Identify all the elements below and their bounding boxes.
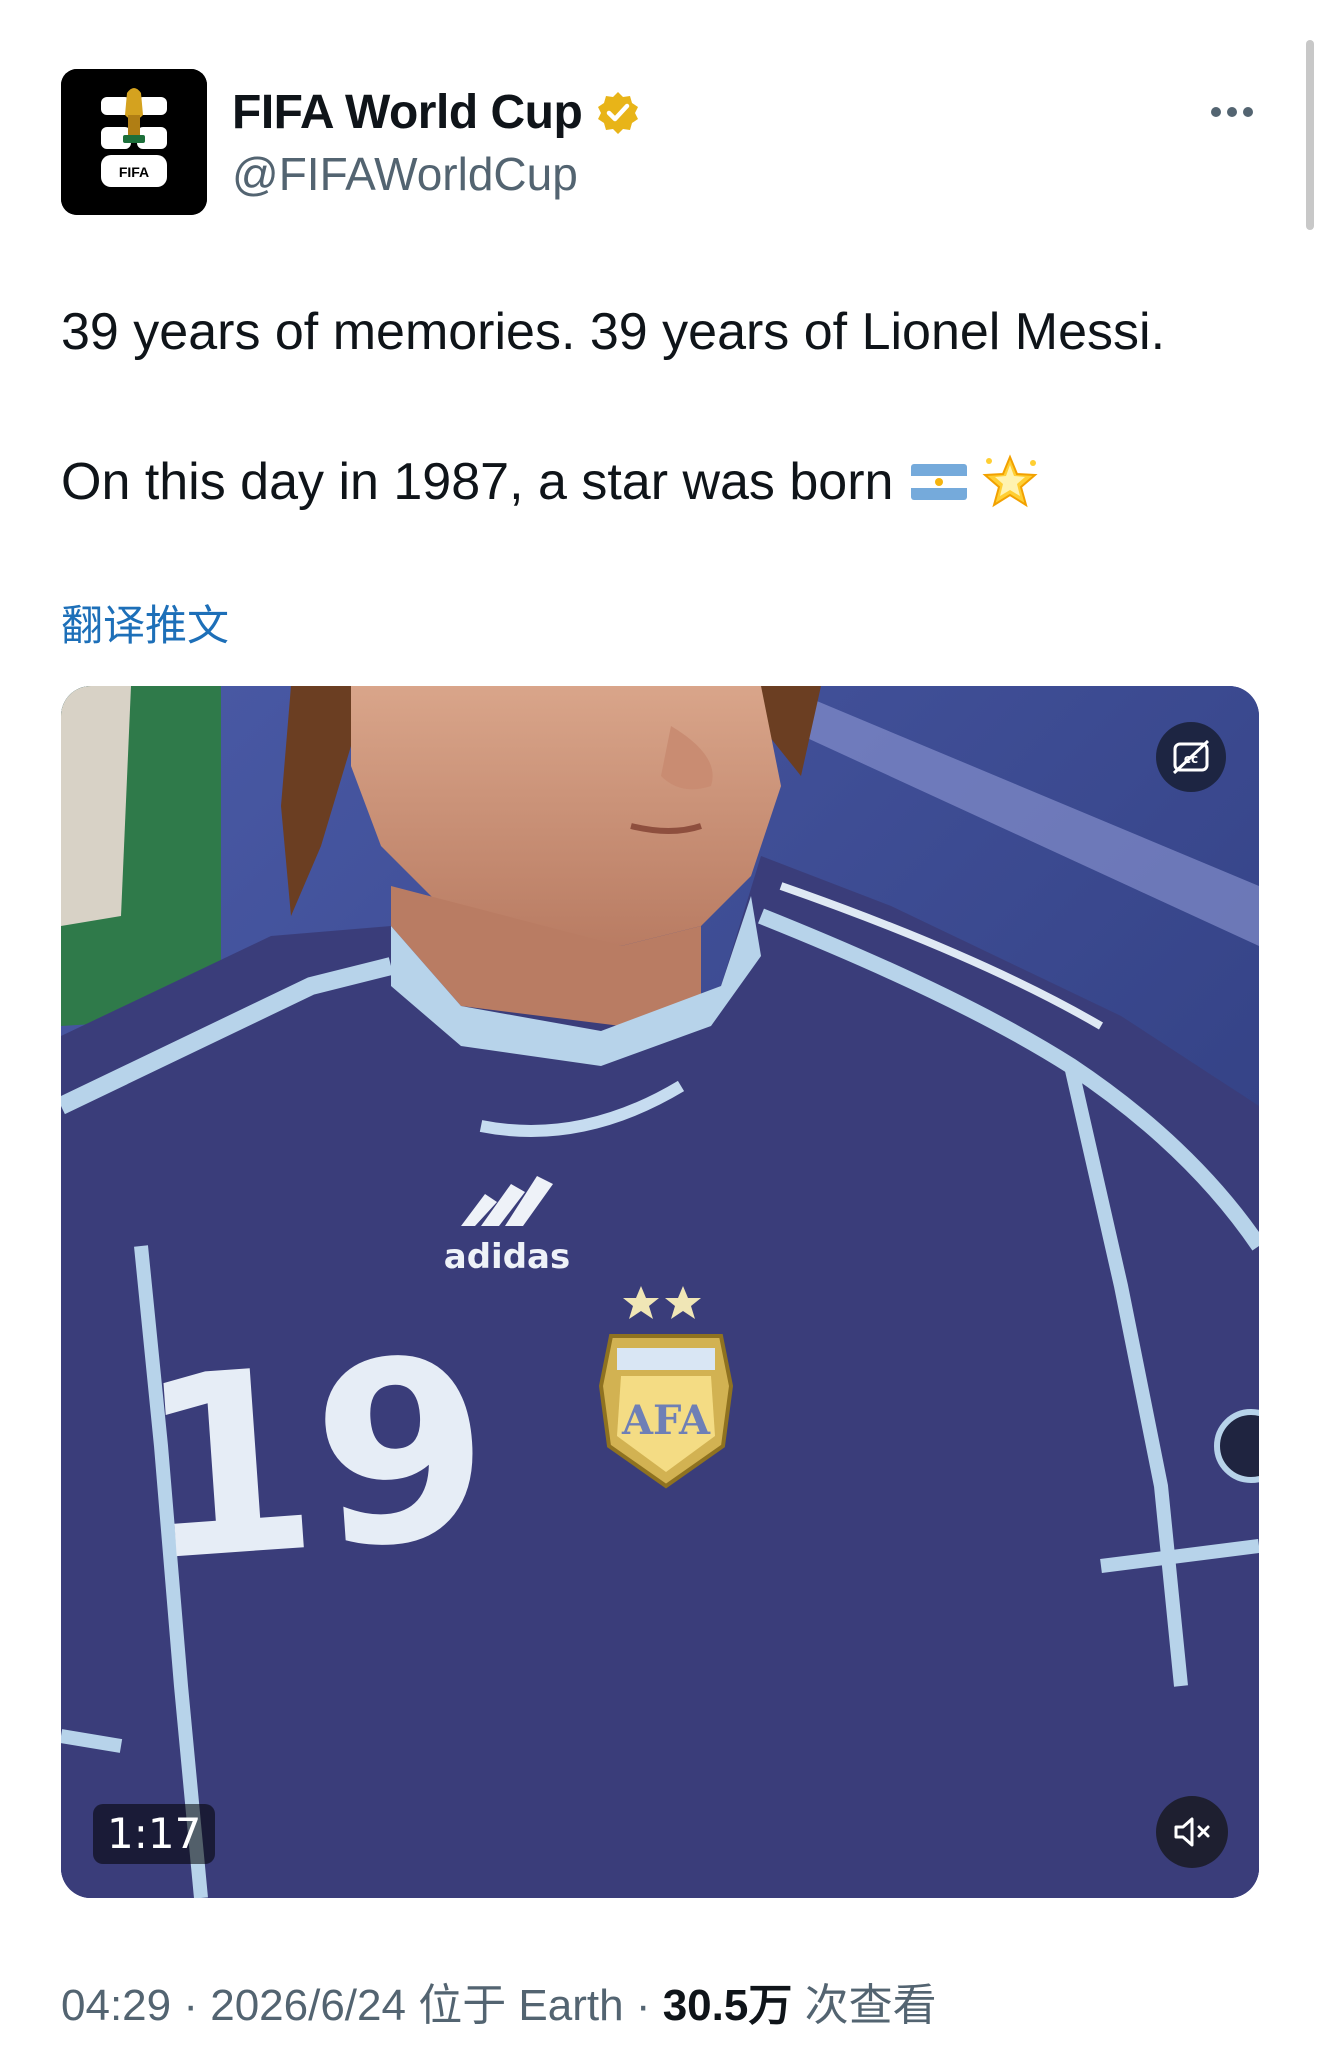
glowing-star-icon: [982, 454, 1039, 508]
views-label: 次查看: [792, 1981, 937, 2030]
jersey-number: 19: [131, 1302, 498, 1617]
scrollbar[interactable]: [1306, 40, 1314, 230]
tweet-text-line-2: On this day in 1987, a star was born: [61, 450, 1041, 514]
handle[interactable]: @FIFAWorldCup: [232, 146, 578, 202]
tweet-date[interactable]: 2026/6/24: [210, 1981, 406, 2030]
meta-separator: ·: [623, 1981, 663, 2030]
tweet-video[interactable]: adidas 19 AFA cc 1:17: [61, 686, 1259, 1898]
meta-separator: ·: [171, 1981, 211, 2030]
crest-text: AFA: [621, 1397, 711, 1444]
views-count: 30.5万: [662, 1981, 793, 2030]
fifa-world-cup-logo: FIFA: [61, 69, 207, 215]
verified-badge-icon: [598, 92, 639, 134]
tweet-text-line-2-text: On this day in 1987, a star was born: [61, 453, 894, 511]
captions-off-icon: cc: [1172, 740, 1210, 774]
video-frame: adidas 19 AFA: [61, 686, 1259, 1898]
tweet-text-line-1: 39 years of memories. 39 years of Lionel…: [61, 303, 1166, 361]
jersey-brand-text: adidas: [444, 1237, 570, 1277]
avatar-logo-text: FIFA: [119, 164, 149, 180]
argentina-flag-icon: [911, 464, 968, 500]
tweet-time[interactable]: 04:29: [61, 1981, 171, 2030]
mute-button[interactable]: [1156, 1796, 1228, 1868]
display-name-text: FIFA World Cup: [232, 86, 583, 139]
captions-button[interactable]: cc: [1156, 722, 1226, 792]
more-button[interactable]: [1200, 90, 1264, 134]
tweet-meta: 04:29 · 2026/6/24 位于 Earth · 30.5万 次查看: [61, 1978, 937, 2034]
avatar[interactable]: FIFA: [61, 69, 207, 215]
translate-tweet-link[interactable]: 翻译推文: [61, 600, 229, 652]
more-dots-icon: [1211, 107, 1253, 117]
video-duration: 1:17: [93, 1804, 216, 1864]
tweet-location: 位于 Earth: [405, 1981, 624, 2030]
display-name[interactable]: FIFA World Cup: [232, 83, 642, 143]
muted-speaker-icon: [1174, 1817, 1210, 1847]
